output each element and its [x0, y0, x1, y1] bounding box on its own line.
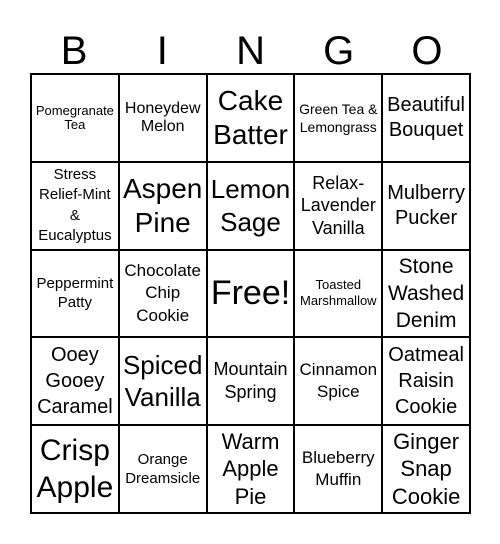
bingo-cell: Ginger Snap Cookie [382, 425, 470, 513]
bingo-cell: Toasted Marshmallow [294, 249, 383, 338]
header-letter-g: G [323, 29, 355, 73]
bingo-cell: Pomegranate Tea [31, 74, 119, 162]
bingo-cell: Beautiful Bouquet [382, 74, 470, 162]
header-letter-i: I [156, 29, 168, 73]
header-letter-b: B [60, 29, 88, 73]
bingo-cell: Honeydew Melon [118, 74, 207, 162]
bingo-header: B I N G O [30, 28, 471, 74]
header-letter-o: O [411, 29, 443, 73]
bingo-cell: Blueberry Muffin [294, 425, 383, 513]
bingo-cell: Green Tea & Lemongrass [294, 74, 383, 162]
bingo-cell: Relax-Lavender Vanilla [294, 161, 383, 250]
header-letter-n: N [236, 29, 265, 73]
bingo-cell: Warm Apple Pie [206, 425, 295, 513]
bingo-cell: Aspen Pine [118, 161, 207, 250]
bingo-cell: Crisp Apple [31, 425, 119, 513]
free-space: Free! [206, 249, 295, 338]
bingo-cell: Cinnamon Spice [294, 337, 383, 426]
bingo-cell: Oatmeal Raisin Cookie [382, 337, 470, 426]
bingo-cell: Ooey Gooey Caramel [31, 337, 119, 426]
bingo-cell: Stress Relief-Mint & Eucalyptus [31, 161, 119, 250]
bingo-cell: Cake Batter [206, 74, 295, 162]
bingo-cell: Stone Washed Denim [382, 249, 470, 338]
bingo-cell: Mulberry Pucker [382, 161, 470, 250]
bingo-cell: Peppermint Patty [31, 249, 119, 338]
bingo-cell: Lemon Sage [206, 161, 295, 250]
bingo-grid: Pomegranate Tea Honeydew Melon Cake Batt… [30, 73, 471, 514]
bingo-cell: Spiced Vanilla [118, 337, 207, 426]
bingo-cell: Mountain Spring [206, 337, 295, 426]
bingo-cell: Orange Dreamsicle [118, 425, 207, 513]
bingo-cell: Chocolate Chip Cookie [118, 249, 207, 338]
